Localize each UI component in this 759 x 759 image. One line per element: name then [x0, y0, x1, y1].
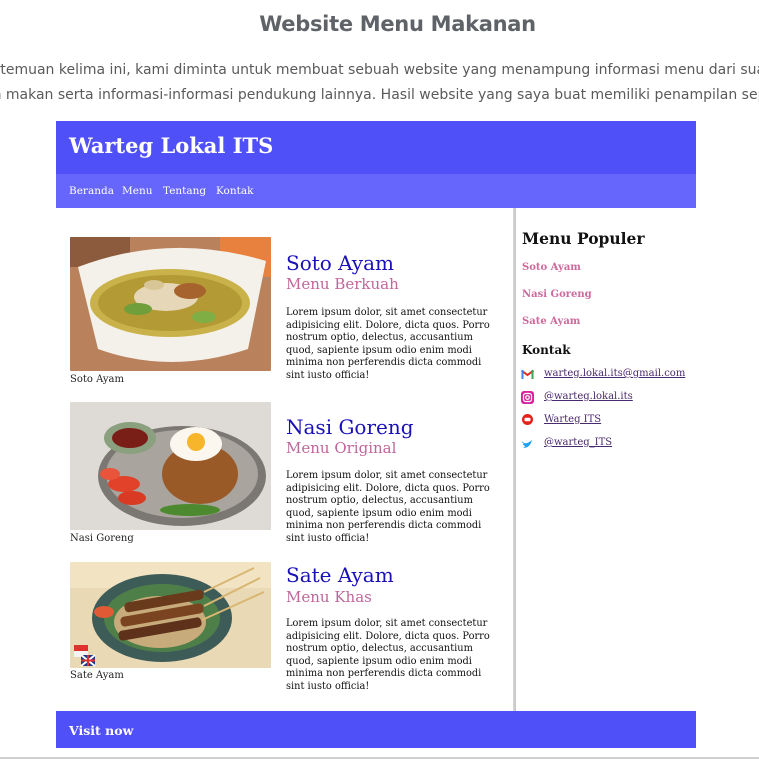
twitter-icon	[522, 440, 532, 448]
dish-name: Soto Ayam	[286, 251, 394, 275]
photo-caption: Nasi Goreng	[70, 533, 134, 544]
site-nav: Beranda Menu Tentang Kontak	[56, 174, 696, 208]
contact-link[interactable]: warteg.lokal.its@gmail.com	[544, 368, 685, 379]
article-title: Website Menu Makanan	[259, 12, 536, 36]
contact-heading: Kontak	[522, 343, 571, 357]
visit-now-link[interactable]: Visit now	[69, 723, 133, 738]
photo-caption: Soto Ayam	[70, 374, 124, 385]
dish-subtitle: Menu Khas	[286, 588, 372, 606]
intro-text-line: ertemuan kelima ini, kami diminta untuk …	[0, 62, 759, 78]
soto-ayam-photo	[70, 237, 271, 371]
popular-link[interactable]: Nasi Goreng	[522, 289, 592, 300]
contact-twitter[interactable]: @warteg_ITS	[521, 437, 691, 451]
sate-ayam-photo	[70, 562, 271, 668]
nav-menu[interactable]: Menu	[122, 185, 153, 197]
contact-link[interactable]: @warteg_ITS	[544, 437, 612, 448]
language-flag-icon[interactable]	[74, 645, 96, 667]
site-footer: Visit now	[56, 711, 696, 748]
dish-description: Lorem ipsum dolor, sit amet consectetur …	[286, 618, 490, 692]
intro-text-line: ah makan serta informasi-informasi pendu…	[0, 87, 759, 103]
contact-youtube[interactable]: Warteg ITS	[521, 414, 691, 428]
dish-subtitle: Menu Berkuah	[286, 275, 399, 293]
nasi-goreng-photo	[70, 402, 271, 530]
popular-link[interactable]: Soto Ayam	[522, 262, 581, 273]
website-preview: Warteg Lokal ITS Beranda Menu Tentang Ko…	[56, 121, 696, 748]
dish-description: Lorem ipsum dolor, sit amet consectetur …	[286, 307, 490, 381]
popular-heading: Menu Populer	[522, 229, 645, 248]
contact-email[interactable]: warteg.lokal.its@gmail.com	[521, 368, 691, 382]
contact-link[interactable]: Warteg ITS	[544, 414, 601, 425]
gmail-icon	[521, 369, 534, 379]
nav-tentang[interactable]: Tentang	[163, 185, 206, 197]
dish-subtitle: Menu Original	[286, 439, 397, 457]
contact-link[interactable]: @warteg.lokal.its	[544, 391, 633, 402]
instagram-icon	[521, 391, 534, 404]
popular-link[interactable]: Sate Ayam	[522, 316, 580, 327]
nav-kontak[interactable]: Kontak	[216, 185, 254, 197]
site-header: Warteg Lokal ITS	[56, 121, 696, 174]
dish-description: Lorem ipsum dolor, sit amet consectetur …	[286, 470, 490, 544]
sidebar: Menu Populer Soto Ayam Nasi Goreng Sate …	[516, 208, 696, 711]
menu-list: Soto Ayam Soto Ayam Menu Berkuah Lorem i…	[56, 208, 513, 711]
contact-instagram[interactable]: @warteg.lokal.its	[521, 391, 691, 405]
dish-name: Sate Ayam	[286, 563, 394, 587]
dish-name: Nasi Goreng	[286, 415, 414, 439]
photo-caption: Sate Ayam	[70, 670, 124, 681]
youtube-icon	[522, 414, 533, 425]
nav-beranda[interactable]: Beranda	[69, 185, 114, 197]
site-title: Warteg Lokal ITS	[69, 133, 274, 158]
